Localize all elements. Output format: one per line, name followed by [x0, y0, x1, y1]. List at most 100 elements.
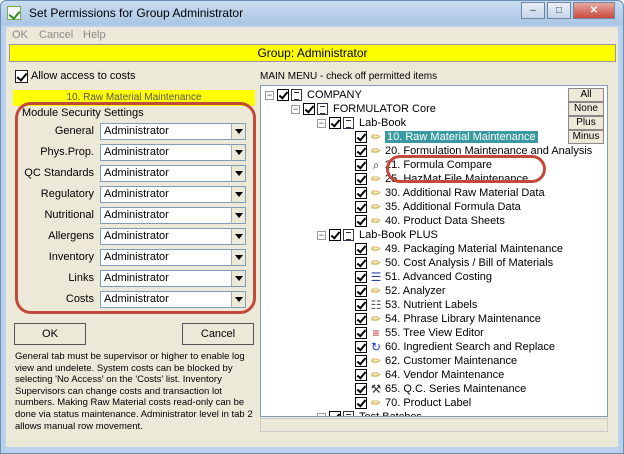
tree-node-checkbox[interactable] — [355, 369, 367, 381]
tree-node[interactable]: ✏ 40. Product Data Sheets — [261, 214, 607, 228]
document-icon — [343, 411, 354, 416]
tree-node-checkbox[interactable] — [355, 397, 367, 409]
minus-button[interactable]: Minus — [568, 130, 604, 144]
tree-node-checkbox[interactable] — [355, 159, 367, 171]
tree-node-checkbox[interactable] — [355, 257, 367, 269]
tree-node[interactable]: − Test Batches — [261, 410, 607, 417]
pencil-icon: ✏ — [370, 242, 382, 256]
permission-select-costs[interactable]: Administrator — [100, 291, 246, 308]
tree-node[interactable]: − COMPANY — [261, 88, 607, 102]
permission-select-phys-prop[interactable]: Administrator — [100, 144, 246, 161]
menu-help[interactable]: Help — [83, 29, 106, 41]
tree-node-label: 65. Q.C. Series Maintenance — [385, 383, 527, 395]
tree-node-checkbox[interactable] — [355, 313, 367, 325]
tree-node-checkbox[interactable] — [355, 243, 367, 255]
field-label-general: General — [54, 125, 94, 137]
dropdown-arrow-icon[interactable] — [231, 229, 245, 244]
tree-node-checkbox[interactable] — [355, 355, 367, 367]
permission-select-qc-standards[interactable]: Administrator — [100, 165, 246, 182]
tree-node-checkbox[interactable] — [355, 215, 367, 227]
menu-cancel[interactable]: Cancel — [39, 29, 73, 41]
allow-costs-checkbox[interactable] — [15, 70, 28, 83]
tree-node-checkbox[interactable] — [303, 103, 315, 115]
tree-node-checkbox[interactable] — [329, 229, 341, 241]
restore-button[interactable]: □ — [547, 2, 571, 19]
ok-button[interactable]: OK — [14, 323, 86, 345]
permission-value: Administrator — [104, 272, 169, 284]
permission-select-links[interactable]: Administrator — [100, 270, 246, 287]
tree-node[interactable]: ≡ 55. Tree View Editor — [261, 326, 607, 340]
tree-node[interactable]: ☰ 51. Advanced Costing — [261, 270, 607, 284]
tree-node[interactable]: ✏ 50. Cost Analysis / Bill of Materials — [261, 256, 607, 270]
field-label-phys-prop: Phys.Prop. — [40, 146, 94, 158]
tree-node[interactable]: ✏ 62. Customer Maintenance — [261, 354, 607, 368]
permission-select-inventory[interactable]: Administrator — [100, 249, 246, 266]
tree-node-checkbox[interactable] — [355, 173, 367, 185]
tree-node[interactable]: − Lab-Book PLUS — [261, 228, 607, 242]
tree-collapse-icon[interactable]: − — [317, 231, 326, 240]
tree-node-checkbox[interactable] — [277, 89, 289, 101]
tree-horizontal-scrollbar[interactable] — [260, 418, 608, 432]
tree-node-checkbox[interactable] — [355, 145, 367, 157]
pencil-icon: ✏ — [370, 130, 382, 144]
dropdown-arrow-icon[interactable] — [231, 166, 245, 181]
tree-node-checkbox[interactable] — [355, 327, 367, 339]
document-icon — [343, 117, 354, 129]
tree-collapse-icon[interactable]: − — [317, 119, 326, 128]
tree-node-checkbox[interactable] — [355, 201, 367, 213]
tree-node[interactable]: ✏ 30. Additional Raw Material Data — [261, 186, 607, 200]
menu-ok[interactable]: OK — [12, 29, 28, 41]
dialog-client: Group: Administrator Allow access to cos… — [6, 43, 618, 447]
none-button[interactable]: None — [568, 102, 604, 116]
tree-node-label: 55. Tree View Editor — [385, 327, 484, 339]
tree-node-checkbox[interactable] — [355, 383, 367, 395]
label-icon: ☷ — [370, 298, 382, 312]
permission-select-general[interactable]: Administrator — [100, 123, 246, 140]
tree-node-checkbox[interactable] — [355, 187, 367, 199]
tree-node[interactable]: ✏ 10. Raw Material Maintenance — [261, 130, 607, 144]
tree-node-checkbox[interactable] — [329, 411, 341, 416]
tree-node[interactable]: − FORMULATOR Core — [261, 102, 607, 116]
tree-node[interactable]: ✏ 35. Additional Formula Data — [261, 200, 607, 214]
dropdown-arrow-icon[interactable] — [231, 187, 245, 202]
permission-select-regulatory[interactable]: Administrator — [100, 186, 246, 203]
tree-node[interactable]: ✏ 70. Product Label — [261, 396, 607, 410]
minimize-button[interactable]: – — [521, 2, 545, 19]
tree-node[interactable]: ✏ 64. Vendor Maintenance — [261, 368, 607, 382]
dropdown-arrow-icon[interactable] — [231, 124, 245, 139]
tree-collapse-icon[interactable]: − — [291, 105, 300, 114]
pencil-icon: ✏ — [370, 200, 382, 214]
dropdown-arrow-icon[interactable] — [231, 208, 245, 223]
permission-select-nutritional[interactable]: Administrator — [100, 207, 246, 224]
tree-node[interactable]: ⚒ 65. Q.C. Series Maintenance — [261, 382, 607, 396]
pencil-icon: ✏ — [370, 354, 382, 368]
tree-node-checkbox[interactable] — [355, 341, 367, 353]
permission-select-allergens[interactable]: Administrator — [100, 228, 246, 245]
tree-node-label: 30. Additional Raw Material Data — [385, 187, 545, 199]
tree-node[interactable]: ☷ 53. Nutrient Labels — [261, 298, 607, 312]
tree-collapse-icon[interactable]: − — [265, 91, 274, 100]
tree-node[interactable]: ✏ 52. Analyzer — [261, 284, 607, 298]
close-button[interactable]: ✕ — [573, 2, 615, 19]
main-menu-tree[interactable]: − COMPANY − FORMULATOR Core − Lab-Book ✏ 10. Ra… — [260, 85, 608, 417]
dropdown-arrow-icon[interactable] — [231, 145, 245, 160]
tree-node[interactable]: ✏ 49. Packaging Material Maintenance — [261, 242, 607, 256]
cancel-button[interactable]: Cancel — [182, 323, 254, 345]
tree-node-checkbox[interactable] — [355, 299, 367, 311]
tree-collapse-icon[interactable]: − — [317, 413, 326, 416]
dropdown-arrow-icon[interactable] — [231, 292, 245, 307]
tree-node-checkbox[interactable] — [355, 271, 367, 283]
tree-node[interactable]: − Lab-Book — [261, 116, 607, 130]
dropdown-arrow-icon[interactable] — [231, 250, 245, 265]
window-title: Set Permissions for Group Administrator — [29, 6, 244, 20]
tree-node-checkbox[interactable] — [329, 117, 341, 129]
dropdown-arrow-icon[interactable] — [231, 271, 245, 286]
plus-button[interactable]: Plus — [568, 116, 604, 130]
tree-node-checkbox[interactable] — [355, 285, 367, 297]
all-button[interactable]: All — [568, 88, 604, 102]
tree-node-label: Test Batches — [359, 411, 422, 417]
tree-node[interactable]: ↻ 60. Ingredient Search and Replace — [261, 340, 607, 354]
tree-node-label: 64. Vendor Maintenance — [385, 369, 505, 381]
tree-node-checkbox[interactable] — [355, 131, 367, 143]
tree-node[interactable]: ✏ 54. Phrase Library Maintenance — [261, 312, 607, 326]
